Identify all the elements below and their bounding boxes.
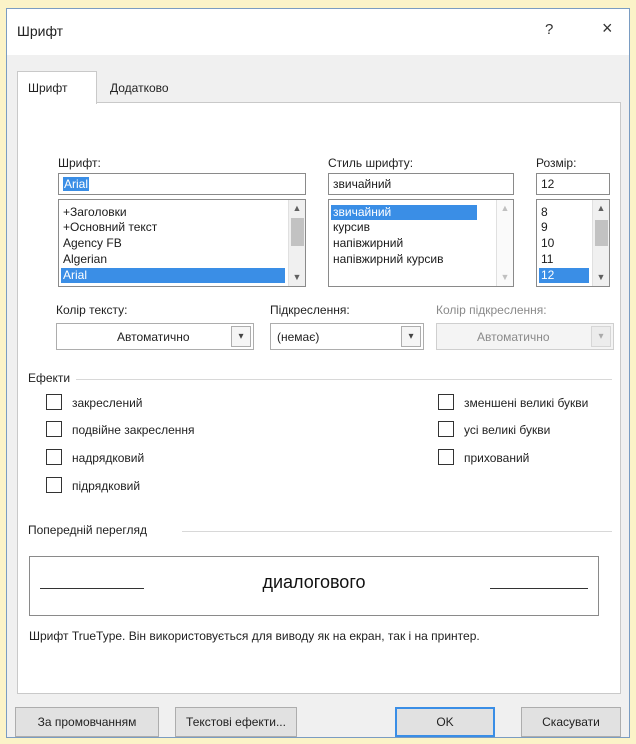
size-input-value: 12 xyxy=(541,177,555,191)
divider xyxy=(182,531,612,532)
double-strikethrough-label[interactable]: подвійне закреслення xyxy=(72,423,195,437)
hidden-checkbox[interactable] xyxy=(438,449,454,465)
scroll-up-icon[interactable]: ▲ xyxy=(289,200,305,217)
underline-label: Підкреслення: xyxy=(270,303,350,317)
style-list-item[interactable]: напівжирний xyxy=(331,236,403,251)
font-dialog: Шрифт ? × Шрифт Додатково Шрифт: Arial +… xyxy=(6,8,630,738)
font-list-item-selected[interactable]: Arial xyxy=(61,268,285,283)
preview-label: Попередній перегляд xyxy=(28,523,148,537)
underline-value: (немає) xyxy=(277,330,320,344)
font-input-value: Arial xyxy=(63,177,90,191)
help-icon[interactable]: ? xyxy=(545,21,553,38)
double-strikethrough-checkbox[interactable] xyxy=(46,421,62,437)
subscript-label[interactable]: підрядковий xyxy=(72,479,140,493)
font-color-value: Автоматично xyxy=(117,330,190,344)
strikethrough-label[interactable]: закреслений xyxy=(72,396,142,410)
tab-advanced[interactable]: Додатково xyxy=(99,71,189,103)
size-list-item[interactable]: 8 xyxy=(539,205,548,220)
scroll-down-icon[interactable]: ▼ xyxy=(497,269,513,286)
size-list-scrollbar[interactable]: ▲ ▼ xyxy=(592,200,609,286)
font-list-scrollbar[interactable]: ▲ ▼ xyxy=(288,200,305,286)
size-list[interactable]: 8 9 10 11 12 ▲ ▼ xyxy=(536,199,610,287)
text-effects-button[interactable]: Текстові ефекти... xyxy=(175,707,297,737)
preview-sample-text: диалогового xyxy=(262,572,366,592)
font-input[interactable]: Arial xyxy=(58,173,306,195)
font-list-item[interactable]: +Основний текст xyxy=(61,220,285,235)
title-bar: Шрифт ? × xyxy=(7,9,629,55)
style-list-item[interactable]: курсив xyxy=(331,220,370,235)
chevron-down-icon: ▾ xyxy=(591,326,611,347)
underline-color-select: Автоматично ▾ xyxy=(436,323,614,350)
small-caps-label[interactable]: зменшені великі букви xyxy=(464,396,588,410)
font-color-select[interactable]: Автоматично ▾ xyxy=(56,323,254,350)
font-list-item[interactable]: Agency FB xyxy=(61,236,285,251)
style-input[interactable]: звичайний xyxy=(328,173,514,195)
underline-color-label: Колір підкреслення: xyxy=(436,303,547,317)
dialog-title: Шрифт xyxy=(17,23,64,39)
font-color-label: Колір тексту: xyxy=(56,303,128,317)
ok-button[interactable]: OK xyxy=(395,707,495,737)
preview-box: диалогового xyxy=(29,556,599,616)
chevron-down-icon[interactable]: ▾ xyxy=(401,326,421,347)
scroll-up-icon[interactable]: ▲ xyxy=(593,200,609,217)
size-input[interactable]: 12 xyxy=(536,173,610,195)
scroll-up-icon[interactable]: ▲ xyxy=(497,200,513,217)
font-list-item[interactable]: Algerian xyxy=(61,252,285,267)
superscript-label[interactable]: надрядковий xyxy=(72,451,144,465)
size-list-item[interactable]: 9 xyxy=(539,220,548,235)
small-caps-checkbox[interactable] xyxy=(438,394,454,410)
size-label: Розмір: xyxy=(536,156,577,170)
underline-color-value: Автоматично xyxy=(477,330,550,344)
font-list[interactable]: +Заголовки +Основний текст Agency FB Alg… xyxy=(58,199,306,287)
style-list-item[interactable]: напівжирний курсив xyxy=(331,252,443,267)
style-list[interactable]: звичайний курсив напівжирний напівжирний… xyxy=(328,199,514,287)
scroll-thumb[interactable] xyxy=(595,220,608,246)
font-list-item[interactable]: +Заголовки xyxy=(61,205,285,220)
tab-font[interactable]: Шрифт xyxy=(17,71,97,104)
style-label: Стиль шрифту: xyxy=(328,156,414,170)
strikethrough-checkbox[interactable] xyxy=(46,394,62,410)
style-list-item-selected[interactable]: звичайний xyxy=(331,205,477,220)
cancel-button[interactable]: Скасувати xyxy=(521,707,621,737)
chevron-down-icon[interactable]: ▾ xyxy=(231,326,251,347)
style-list-scrollbar[interactable]: ▲ ▼ xyxy=(496,200,513,286)
hidden-label[interactable]: прихований xyxy=(464,451,529,465)
effects-label: Ефекти xyxy=(28,371,71,385)
subscript-checkbox[interactable] xyxy=(46,477,62,493)
scroll-down-icon[interactable]: ▼ xyxy=(593,269,609,286)
underline-select[interactable]: (немає) ▾ xyxy=(270,323,424,350)
font-label: Шрифт: xyxy=(58,156,101,170)
size-list-item-selected[interactable]: 12 xyxy=(539,268,589,283)
scroll-down-icon[interactable]: ▼ xyxy=(289,269,305,286)
close-icon[interactable]: × xyxy=(602,19,613,37)
style-input-value: звичайний xyxy=(333,177,392,191)
size-list-item[interactable]: 11 xyxy=(539,252,553,267)
all-caps-checkbox[interactable] xyxy=(438,421,454,437)
size-list-item[interactable]: 10 xyxy=(539,236,554,251)
divider xyxy=(76,379,612,380)
preview-baseline-right xyxy=(490,588,588,589)
preview-description: Шрифт TrueType. Він використовується для… xyxy=(29,629,480,643)
superscript-checkbox[interactable] xyxy=(46,449,62,465)
all-caps-label[interactable]: усі великі букви xyxy=(464,423,550,437)
scroll-thumb[interactable] xyxy=(291,218,304,246)
set-as-default-button[interactable]: За промовчанням xyxy=(15,707,159,737)
